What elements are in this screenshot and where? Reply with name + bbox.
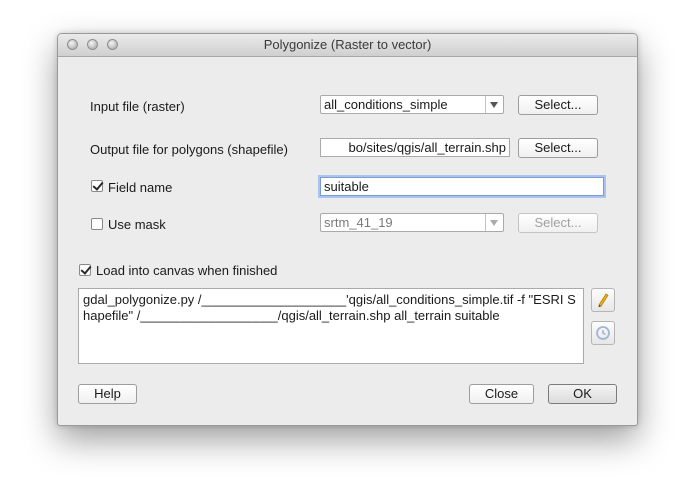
input-select-button[interactable]: Select... xyxy=(518,95,598,115)
command-text[interactable]: gdal_polygonize.py /____________________… xyxy=(78,288,584,364)
polygonize-dialog: Polygonize (Raster to vector) Input file… xyxy=(57,33,638,426)
reset-command-button[interactable] xyxy=(591,321,615,345)
chevron-down-icon xyxy=(485,96,503,113)
help-button[interactable]: Help xyxy=(78,384,137,404)
window-title: Polygonize (Raster to vector) xyxy=(263,37,432,52)
title-bar: Polygonize (Raster to vector) xyxy=(58,34,637,57)
mask-value: srtm_41_19 xyxy=(324,215,393,230)
output-file-field[interactable]: bo/sites/qgis/all_terrain.shp xyxy=(320,138,510,157)
minimize-window-icon[interactable] xyxy=(87,39,98,50)
load-canvas-label: Load into canvas when finished xyxy=(96,263,278,278)
mask-combo[interactable]: srtm_41_19 xyxy=(320,213,504,232)
output-file-value: bo/sites/qgis/all_terrain.shp xyxy=(348,140,506,155)
use-mask-checkbox[interactable] xyxy=(91,218,103,230)
field-name-label: Field name xyxy=(108,180,173,195)
field-name-checkbox[interactable] xyxy=(91,179,104,192)
output-select-button[interactable]: Select... xyxy=(518,138,598,158)
load-canvas-checkbox[interactable] xyxy=(79,263,92,276)
field-name-value: suitable xyxy=(324,179,369,194)
chevron-down-icon xyxy=(485,214,503,231)
ok-button[interactable]: OK xyxy=(548,384,617,404)
zoom-window-icon[interactable] xyxy=(107,39,118,50)
reset-icon xyxy=(596,326,610,340)
mask-select-button[interactable]: Select... xyxy=(518,213,598,233)
use-mask-label: Use mask xyxy=(108,217,166,232)
close-button[interactable]: Close xyxy=(469,384,534,404)
close-window-icon[interactable] xyxy=(67,39,78,50)
input-file-label: Input file (raster) xyxy=(90,99,185,114)
input-file-combo[interactable]: all_conditions_simple xyxy=(320,95,504,114)
checkmark-icon xyxy=(92,179,104,191)
input-file-value: all_conditions_simple xyxy=(324,97,448,112)
pencil-icon xyxy=(598,293,609,308)
field-name-input[interactable]: suitable xyxy=(320,177,604,196)
edit-command-button[interactable] xyxy=(591,288,615,312)
output-file-label: Output file for polygons (shapefile) xyxy=(90,142,288,157)
checkmark-icon xyxy=(80,263,92,275)
